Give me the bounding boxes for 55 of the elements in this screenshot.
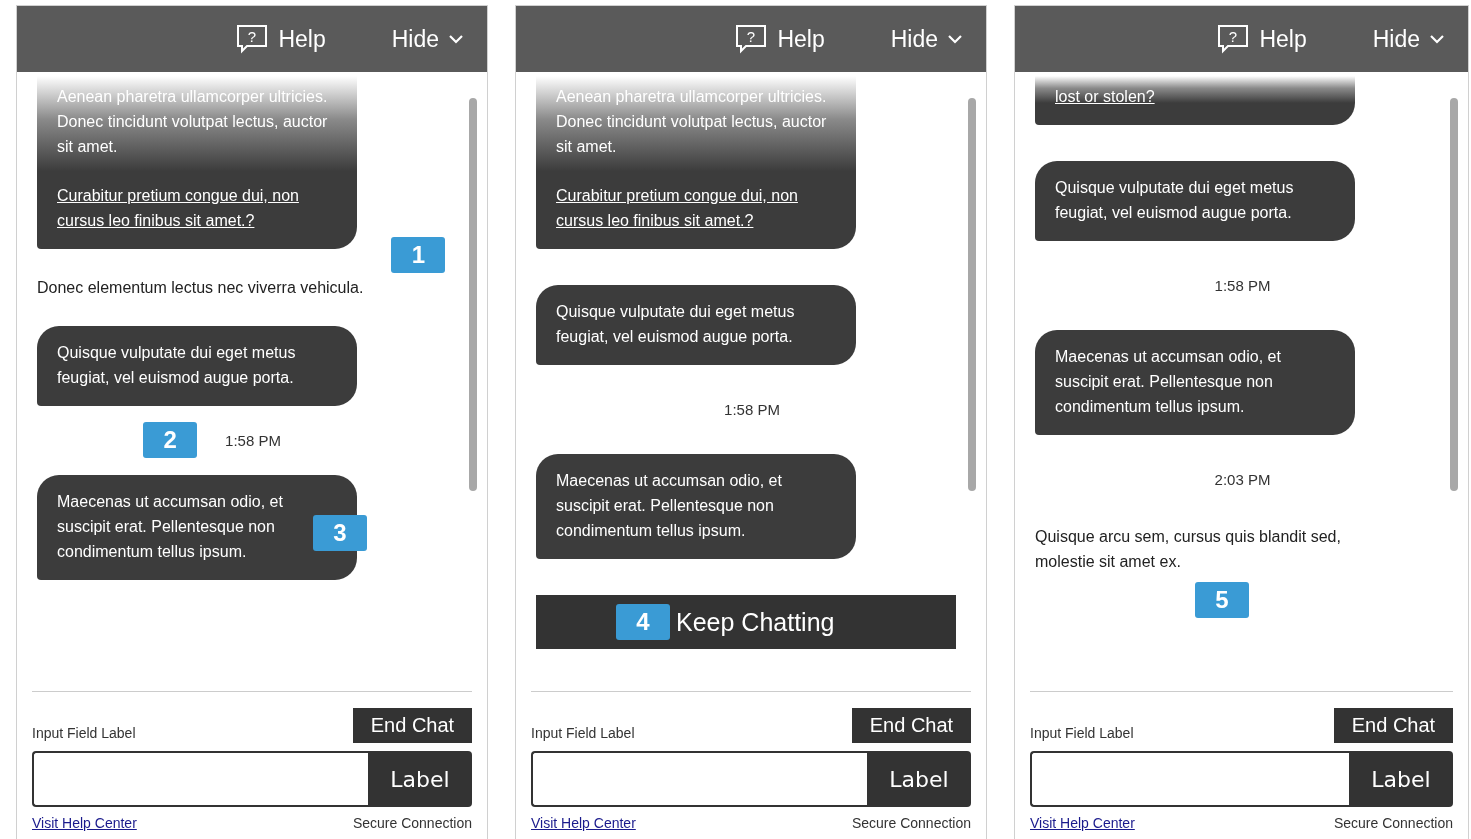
scrollbar[interactable] xyxy=(1450,98,1458,491)
message-text: Aenean pharetra ullamcorper ultricies. Donec tincidunt volutpat lectus, auctor sit amet. xyxy=(556,87,828,157)
message-input-field[interactable] xyxy=(32,751,368,807)
timestamp: 1:58 PM xyxy=(1214,277,1271,294)
input-label: Input Field Label xyxy=(531,725,636,743)
end-chat-button[interactable]: End Chat xyxy=(352,708,472,743)
message-link[interactable]: lost or stolen? xyxy=(1055,84,1335,109)
help-chat-icon: ? xyxy=(1217,24,1250,54)
secure-connection-text: Secure Connection xyxy=(851,815,971,833)
message-text: Aenean pharetra ullamcorper ultricies. Donec tincidunt volutpat lectus, auctor sit amet. xyxy=(57,87,329,157)
chevron-down-icon xyxy=(1430,34,1444,44)
message-text: Quisque vulputate dui eget metus feugiat, vel euismod augue porta. xyxy=(1055,178,1295,223)
help-button[interactable]: ? Help xyxy=(236,24,326,54)
hide-button[interactable]: Hide xyxy=(1372,25,1444,53)
message-input-field[interactable] xyxy=(531,751,867,807)
timestamp: 1:58 PM xyxy=(724,401,780,418)
help-center-link[interactable]: Visit Help Center xyxy=(32,815,353,839)
message-input-field[interactable] xyxy=(1030,751,1349,807)
help-chat-icon: ? xyxy=(735,24,768,54)
help-center-link[interactable]: Visit Help Center xyxy=(1030,815,1334,839)
annotation-marker: 2 xyxy=(143,422,198,458)
annotation-marker: 1 xyxy=(391,237,446,273)
message-text: Maecenas ut accumsan odio, et suscipit erat. Pellentesque non condimentum tellus ipsum. xyxy=(57,492,284,562)
secure-connection-text: Secure Connection xyxy=(1333,815,1453,833)
scrollbar[interactable] xyxy=(968,98,976,491)
hide-button[interactable]: Hide xyxy=(391,25,463,53)
timestamp: 1:58 PM xyxy=(225,432,281,449)
hide-button[interactable]: Hide xyxy=(890,25,962,53)
end-chat-button[interactable]: End Chat xyxy=(1333,708,1453,743)
chevron-down-icon xyxy=(449,34,463,44)
message-text: Quisque arcu sem, cursus quis blandit sed, molestie sit amet ex. xyxy=(1035,527,1342,572)
message-link[interactable]: Curabitur pretium congue dui, non cursus leo finibus sit amet.? xyxy=(556,183,836,233)
input-label: Input Field Label xyxy=(1030,725,1135,743)
annotation-marker: 3 xyxy=(313,515,367,551)
input-label: Input Field Label xyxy=(32,725,137,743)
help-center-link[interactable]: Visit Help Center xyxy=(531,815,852,839)
help-button[interactable]: ? Help xyxy=(735,24,825,54)
end-chat-button[interactable]: End Chat xyxy=(851,708,971,743)
send-button[interactable]: Label xyxy=(867,751,971,807)
message-text: Quisque vulputate dui eget metus feugiat, vel euismod augue porta. xyxy=(57,343,297,388)
annotation-marker: 4 xyxy=(616,604,670,640)
message-text: Maecenas ut accumsan odio, et suscipit erat. Pellentesque non condimentum tellus ipsum. xyxy=(556,471,783,541)
message-link[interactable]: Curabitur pretium congue dui, non cursus leo finibus sit amet.? xyxy=(57,183,337,233)
secure-connection-text: Secure Connection xyxy=(352,815,472,833)
help-button[interactable]: ? Help xyxy=(1217,24,1307,54)
scrollbar[interactable] xyxy=(469,98,477,491)
send-button[interactable]: Label xyxy=(368,751,472,807)
timestamp: 2:03 PM xyxy=(1214,471,1271,488)
message-text: Quisque vulputate dui eget metus feugiat, vel euismod augue porta. xyxy=(556,302,796,347)
send-button[interactable]: Label xyxy=(1349,751,1453,807)
annotation-marker: 5 xyxy=(1195,582,1249,618)
help-chat-icon: ? xyxy=(236,24,269,54)
message-text: Maecenas ut accumsan odio, et suscipit erat. Pellentesque non condimentum tellus ipsum. xyxy=(1055,347,1282,417)
message-text: Donec elementum lectus nec viverra vehicula. xyxy=(37,278,365,298)
chevron-down-icon xyxy=(948,34,962,44)
